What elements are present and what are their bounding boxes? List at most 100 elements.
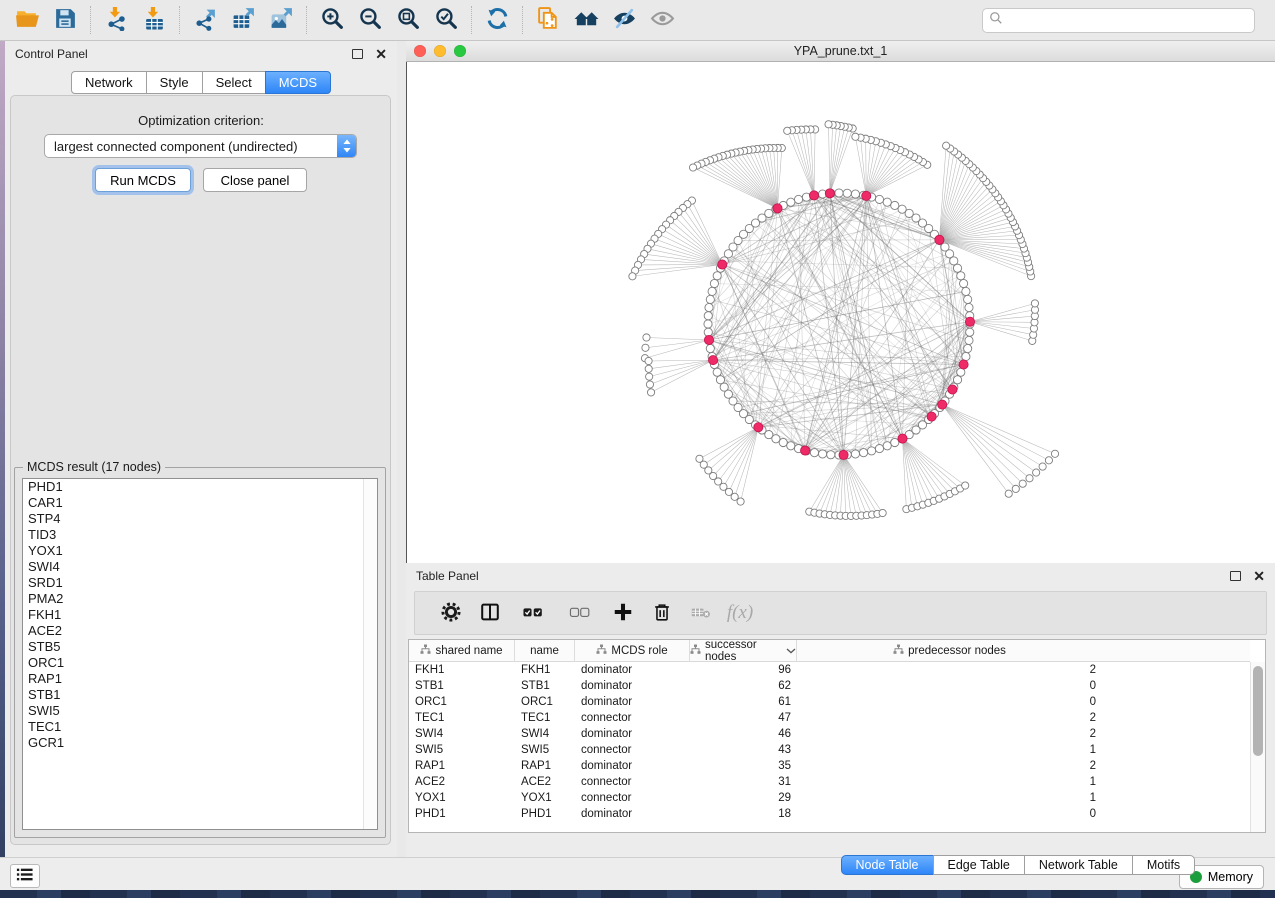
column-header-mcds-role[interactable]: MCDS role [575, 640, 690, 662]
mcds-result-item[interactable]: STP4 [23, 511, 377, 527]
mcds-result-item[interactable]: CAR1 [23, 495, 377, 511]
mcds-result-item[interactable]: SRD1 [23, 575, 377, 591]
create-column-button[interactable] [605, 596, 641, 630]
tab-node-table[interactable]: Node Table [841, 855, 934, 875]
export-image-button[interactable] [264, 5, 298, 35]
zoom-in-button[interactable] [315, 5, 349, 35]
mcds-list-scrollbar[interactable] [363, 479, 377, 829]
close-panel-icon[interactable]: ✕ [375, 49, 387, 59]
close-mcds-panel-button[interactable]: Close panel [203, 168, 307, 192]
tab-edge-table[interactable]: Edge Table [933, 855, 1025, 875]
tab-mcds[interactable]: MCDS [265, 71, 331, 94]
mcds-result-item[interactable]: SWI5 [23, 703, 377, 719]
import-network-button[interactable] [99, 5, 133, 35]
table-scrollbar[interactable] [1250, 662, 1265, 832]
mcds-result-item[interactable]: GCR1 [23, 735, 377, 751]
maximize-window-icon[interactable] [454, 45, 466, 57]
mcds-result-item[interactable]: RAP1 [23, 671, 377, 687]
table-row[interactable]: YOX1YOX1connector291 [409, 790, 1250, 806]
table-row[interactable]: STB1STB1dominator620 [409, 678, 1250, 694]
cell-successor-nodes: 62 [690, 680, 797, 692]
float-panel-icon[interactable] [352, 49, 363, 59]
table-row[interactable]: SWI5SWI5connector431 [409, 742, 1250, 758]
show-columns-button[interactable] [472, 596, 508, 630]
desktop-wallpaper-bottom [0, 890, 1275, 898]
clone-network-button[interactable] [531, 5, 565, 35]
function-builder-button-disabled: f(x) [722, 596, 758, 630]
mcds-result-groupbox: MCDS result (17 nodes) PHD1CAR1STP4TID3Y… [14, 467, 386, 838]
table-row[interactable]: TEC1TEC1connector472 [409, 710, 1250, 726]
cell-predecessor-nodes: 1 [797, 744, 1102, 756]
mcds-result-item[interactable]: STB1 [23, 687, 377, 703]
tab-style[interactable]: Style [146, 71, 203, 94]
zoom-fit-button[interactable] [391, 5, 425, 35]
table-scrollbar-thumb[interactable] [1253, 666, 1263, 756]
run-mcds-button[interactable]: Run MCDS [95, 168, 191, 192]
mcds-result-item[interactable]: FKH1 [23, 607, 377, 623]
network-canvas[interactable] [406, 62, 1275, 563]
column-header-predecessor-nodes[interactable]: predecessor nodes [797, 640, 1102, 662]
delete-column-button[interactable] [644, 596, 680, 630]
zoom-out-button[interactable] [353, 5, 387, 35]
cell-predecessor-nodes: 2 [797, 728, 1102, 740]
unselect-all-button[interactable] [558, 596, 602, 630]
cell-shared-name: RAP1 [409, 760, 515, 772]
column-header-shared-name[interactable]: shared name [409, 640, 515, 662]
search-input[interactable] [1008, 14, 1248, 28]
hide-selected-button[interactable] [607, 5, 641, 35]
mcds-result-item[interactable]: YOX1 [23, 543, 377, 559]
table-row[interactable]: RAP1RAP1dominator352 [409, 758, 1250, 774]
gear-icon [440, 601, 462, 626]
cell-name: YOX1 [515, 792, 575, 804]
table-row[interactable]: ORC1ORC1dominator610 [409, 694, 1250, 710]
export-table-button[interactable] [226, 5, 260, 35]
mcds-result-item[interactable]: SWI4 [23, 559, 377, 575]
table-tabs: Node TableEdge TableNetwork TableMotifs [841, 855, 1196, 875]
cell-shared-name: STB1 [409, 680, 515, 692]
mcds-result-item[interactable]: PMA2 [23, 591, 377, 607]
optimization-criterion-select[interactable]: largest connected component (undirected) [44, 134, 357, 158]
table-row[interactable]: PHD1PHD1dominator180 [409, 806, 1250, 822]
table-options-button[interactable] [433, 596, 469, 630]
task-history-button[interactable] [10, 864, 40, 888]
search-box [982, 8, 1255, 33]
select-all-button[interactable] [511, 596, 555, 630]
dropdown-selected-value: largest connected component (undirected) [45, 139, 337, 154]
float-table-panel-icon[interactable] [1230, 571, 1241, 581]
mcds-result-item[interactable]: STB5 [23, 639, 377, 655]
mcds-result-item[interactable]: PHD1 [23, 479, 377, 495]
mcds-result-item[interactable]: TID3 [23, 527, 377, 543]
table-row[interactable]: FKH1FKH1dominator962 [409, 662, 1250, 678]
tab-select[interactable]: Select [202, 71, 266, 94]
close-table-panel-icon[interactable]: ✕ [1253, 571, 1265, 581]
mcds-result-item[interactable]: ACE2 [23, 623, 377, 639]
table-row[interactable]: ACE2ACE2connector311 [409, 774, 1250, 790]
houses-icon [574, 6, 599, 34]
network-window-titlebar: YPA_prune.txt_1 [406, 41, 1275, 62]
zoom-selected-button[interactable] [429, 5, 463, 35]
mcds-result-item[interactable]: TEC1 [23, 719, 377, 735]
close-window-icon[interactable] [414, 45, 426, 57]
mcds-result-item[interactable]: ORC1 [23, 655, 377, 671]
cell-predecessor-nodes: 2 [797, 664, 1102, 676]
column-label: name [530, 645, 559, 657]
tab-network-table[interactable]: Network Table [1024, 855, 1133, 875]
cell-shared-name: SWI4 [409, 728, 515, 740]
cell-successor-nodes: 96 [690, 664, 797, 676]
save-session-button[interactable] [48, 5, 82, 35]
tab-motifs[interactable]: Motifs [1132, 855, 1195, 875]
first-neighbors-button[interactable] [569, 5, 603, 35]
open-file-button[interactable] [10, 5, 44, 35]
column-header-successor-nodes[interactable]: successor nodes [690, 640, 797, 662]
export-network-button[interactable] [188, 5, 222, 35]
apply-layout-button[interactable] [480, 5, 514, 35]
table-row[interactable]: SWI4SWI4dominator462 [409, 726, 1250, 742]
export-image-icon [269, 6, 294, 34]
import-table-button[interactable] [137, 5, 171, 35]
cell-shared-name: ORC1 [409, 696, 515, 708]
show-all-button[interactable] [645, 5, 679, 35]
tab-network[interactable]: Network [71, 71, 147, 94]
minimize-window-icon[interactable] [434, 45, 446, 57]
column-header-name[interactable]: name [515, 640, 575, 662]
cell-predecessor-nodes: 1 [797, 792, 1102, 804]
